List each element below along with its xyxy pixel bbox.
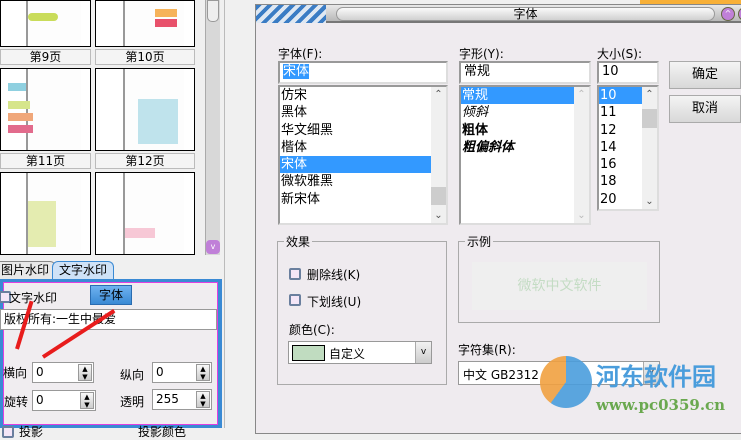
page-thumbnail-11[interactable] [0,68,91,151]
font-option[interactable]: 黑体 [280,104,431,121]
font-input-value: 宋体 [283,64,310,79]
divider [224,0,255,428]
style-option[interactable]: 常规 [461,87,574,105]
opacity-value: 255 [156,392,179,406]
opacity-stepper[interactable]: 255 ▲ ▼ [152,389,212,410]
color-label: 颜色(C): [289,323,335,337]
vertical-value: 0 [156,365,164,379]
opacity-label: 透明 [120,395,145,409]
size-option[interactable]: 14 [599,139,642,156]
size-list[interactable]: 10 11 12 14 16 18 20 ⌃ ⌄ [597,85,659,211]
size-option[interactable]: 20 [599,191,642,208]
font-list[interactable]: 仿宋 黑体 华文细黑 楷体 宋体 微软雅黑 新宋体 ⌃ ⌄ [278,85,448,225]
size-option[interactable]: 18 [599,173,642,190]
horizontal-value: 0 [36,365,44,379]
spin-icon[interactable]: ▲ ▼ [196,391,210,408]
shadow-label: 投影 [19,425,44,439]
sample-title: 示例 [465,233,494,250]
color-select[interactable]: 自定义 v [288,341,432,364]
logo-url: www.pc0359.cn [596,396,726,414]
sample-group: 示例 微软中文软件 [458,233,660,323]
font-option[interactable]: 新宋体 [280,191,431,208]
font-option[interactable]: 华文细黑 [280,122,431,139]
font-input[interactable]: 宋体 [278,61,448,84]
effects-group: 效果 删除线(K) 下划线(U) 颜色(C): 自定义 v [277,233,447,385]
thumbnail-scrollbar[interactable]: v [205,0,220,255]
font-option[interactable]: 宋体 [280,156,431,174]
strikeout-checkbox[interactable] [289,268,301,280]
rotate-value: 0 [36,393,44,407]
vertical-label: 纵向 [120,368,145,382]
shadow-color-label: 投影颜色 [138,425,187,439]
dialog-title: 字体 [336,7,715,21]
horizontal-stepper[interactable]: 0 ▲ ▼ [32,362,94,383]
size-option[interactable]: 16 [599,156,642,173]
color-swatch [292,345,325,361]
style-option[interactable]: 粗偏斜体 [461,139,574,156]
tab-image-watermark[interactable]: 图片水印 [0,261,57,279]
ok-button[interactable]: 确定 [669,61,741,89]
font-list-scrollbar[interactable]: ⌃ ⌄ [431,87,446,223]
size-input[interactable]: 10 [597,61,659,84]
logo-icon [540,356,592,408]
page-thumbnail-13[interactable] [0,172,91,255]
page-thumbnail-9[interactable] [0,0,91,47]
chevron-down-icon[interactable]: v [415,342,431,363]
size-option[interactable]: 12 [599,122,642,139]
style-label: 字形(Y): [459,47,504,61]
font-label: 字体(F): [278,47,323,61]
rotate-label: 旋转 [4,395,29,409]
minimize-icon[interactable]: ^ [721,7,735,21]
style-input[interactable]: 常规 [459,61,591,84]
font-option[interactable]: 楷体 [280,139,431,156]
style-option[interactable]: 粗体 [461,122,574,139]
size-list-scrollbar[interactable]: ⌃ ⌄ [642,87,657,209]
tab-text-watermark[interactable]: 文字水印 [52,261,115,279]
page-thumbnail-12[interactable] [95,68,195,151]
style-list-scrollbar[interactable]: ⌃ ⌄ [574,87,589,223]
spin-icon[interactable]: ▲ ▼ [78,364,92,381]
style-list[interactable]: 常规 倾斜 粗体 粗偏斜体 ⌃ ⌄ [459,85,591,225]
strikeout-label: 删除线(K) [307,268,361,282]
page-thumbnail-10[interactable] [95,0,195,47]
scroll-thumb[interactable] [207,0,219,22]
underline-label: 下划线(U) [307,295,362,309]
horizontal-label: 横向 [3,366,28,380]
size-option[interactable]: 10 [599,87,642,105]
size-label: 大小(S): [597,47,643,61]
page-label: 第10页 [95,49,195,65]
effects-title: 效果 [284,233,313,250]
charset-value: 中文 GB2312 [463,368,539,382]
charset-label: 字符集(R): [458,343,516,357]
color-value: 自定义 [329,347,366,361]
cancel-button[interactable]: 取消 [669,95,741,123]
logo-name: 河东软件园 [596,362,716,391]
page-label: 第9页 [0,49,91,65]
font-button[interactable]: 字体 [90,285,132,305]
vertical-stepper[interactable]: 0 ▲ ▼ [152,362,212,383]
scroll-down-icon[interactable]: v [206,240,220,254]
font-option[interactable]: 仿宋 [280,87,431,104]
size-option[interactable]: 11 [599,104,642,121]
title-bar[interactable]: 字体 ^ v [256,5,741,23]
page-thumbnail-14[interactable] [95,172,195,255]
rotate-stepper[interactable]: 0 ▲ ▼ [32,390,96,411]
page-label: 第11页 [0,153,91,169]
underline-checkbox[interactable] [289,294,301,306]
spin-icon[interactable]: ▲ ▼ [196,364,210,381]
font-option[interactable]: 微软雅黑 [280,173,431,190]
page-label: 第12页 [95,153,195,169]
sample-text: 微软中文软件 [472,262,647,310]
spin-icon[interactable]: ▲ ▼ [80,392,94,409]
style-option[interactable]: 倾斜 [461,104,574,121]
